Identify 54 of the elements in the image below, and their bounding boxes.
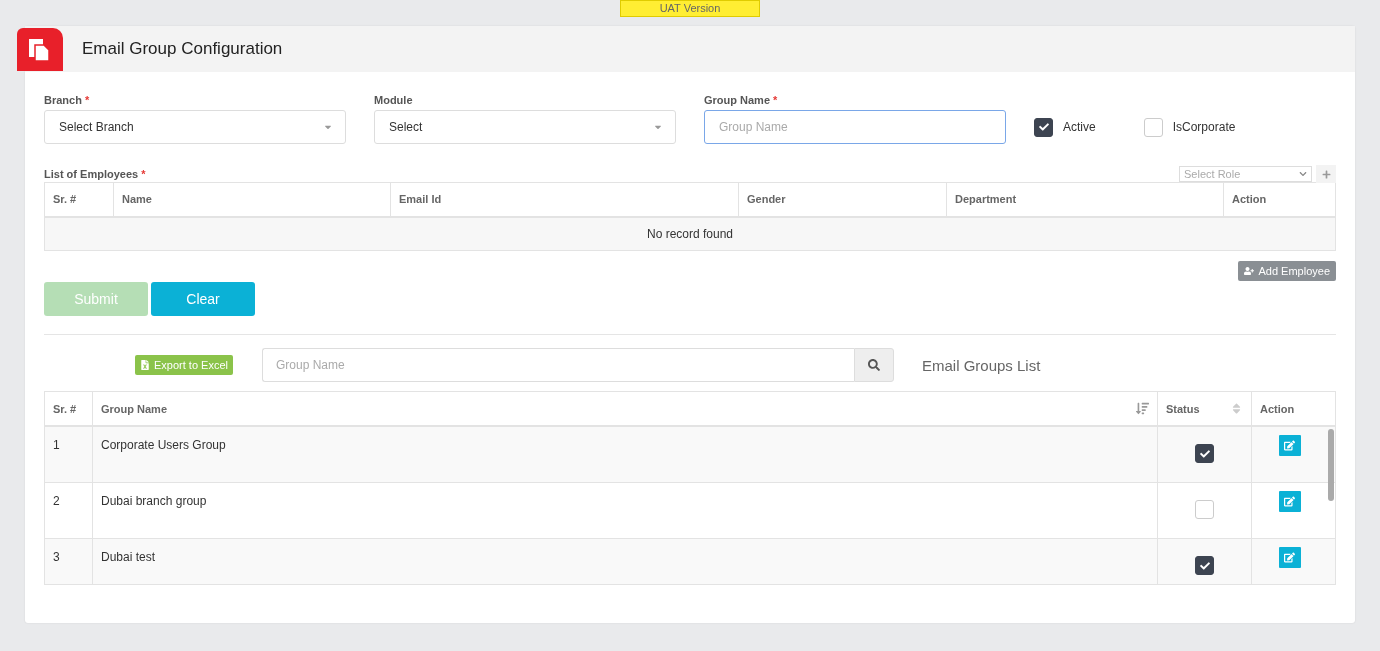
table-cell: Corporate Users Group	[93, 427, 1158, 482]
required-mark: *	[772, 94, 778, 106]
checkbox-label: Active	[1063, 120, 1096, 134]
scrollbar[interactable]	[1328, 429, 1334, 501]
plus-icon[interactable]	[1316, 165, 1336, 183]
column-header: Status	[1158, 392, 1252, 425]
chevron-down-icon	[1299, 170, 1307, 178]
column-header: Sr. #	[45, 392, 93, 425]
check-icon	[1199, 448, 1210, 459]
edit-icon[interactable]	[1278, 491, 1301, 512]
sort-descending-icon	[1136, 402, 1149, 415]
section-label: List of Employees *	[44, 168, 146, 180]
table-cell: Dubai test	[93, 539, 1158, 584]
column-header: Department	[946, 182, 1224, 217]
clear-button[interactable]: Clear	[151, 282, 255, 316]
field-label: Module	[374, 94, 414, 106]
column-header: Action	[1259, 401, 1296, 417]
list-title: Email Groups List	[922, 356, 1041, 374]
field-label: Branch *	[44, 94, 91, 106]
empty-message: No record found	[44, 216, 1336, 251]
search-field[interactable]: Group Name	[262, 348, 854, 382]
export-button[interactable]: Export to Excel	[135, 355, 233, 375]
column-header: Email Id	[390, 182, 739, 217]
table-cell: 1	[45, 427, 93, 482]
table-cell: 3	[45, 539, 93, 584]
status-checkbox[interactable]	[1195, 444, 1214, 463]
column-header: Action	[1223, 182, 1336, 217]
select-field[interactable]: Select	[374, 110, 676, 144]
search-icon[interactable]	[854, 348, 894, 382]
input-field[interactable]: Group Name	[704, 110, 1006, 144]
spreadsheet-icon	[140, 360, 150, 370]
edit-icon[interactable]	[1278, 435, 1301, 456]
required-mark: *	[83, 94, 90, 106]
checkbox-label: IsCorporate	[1172, 120, 1236, 134]
add-employee-button[interactable]: Add Employee	[1238, 261, 1336, 281]
table-cell: Dubai branch group	[93, 483, 1158, 538]
role-select[interactable]: Select Role	[1179, 166, 1312, 182]
check-icon	[1199, 560, 1210, 571]
table-cell: 2	[45, 483, 93, 538]
column-header: Gender	[738, 182, 947, 217]
environment-badge: UAT Version	[620, 0, 760, 17]
sort-icon	[1230, 402, 1243, 415]
required-mark: *	[140, 168, 146, 180]
select-field[interactable]: Select Branch	[44, 110, 346, 144]
column-header: Sr. #	[44, 182, 114, 217]
status-checkbox[interactable]	[1195, 556, 1214, 575]
column-header: Group Name	[93, 392, 1158, 425]
field-label: Group Name *	[704, 94, 779, 106]
check-icon	[1038, 122, 1049, 132]
page-title: Email Group Configuration	[82, 39, 283, 59]
checkbox[interactable]	[1034, 117, 1053, 137]
edit-icon[interactable]	[1278, 547, 1301, 568]
column-header: Name	[113, 182, 391, 217]
user-plus-icon	[1244, 266, 1255, 276]
